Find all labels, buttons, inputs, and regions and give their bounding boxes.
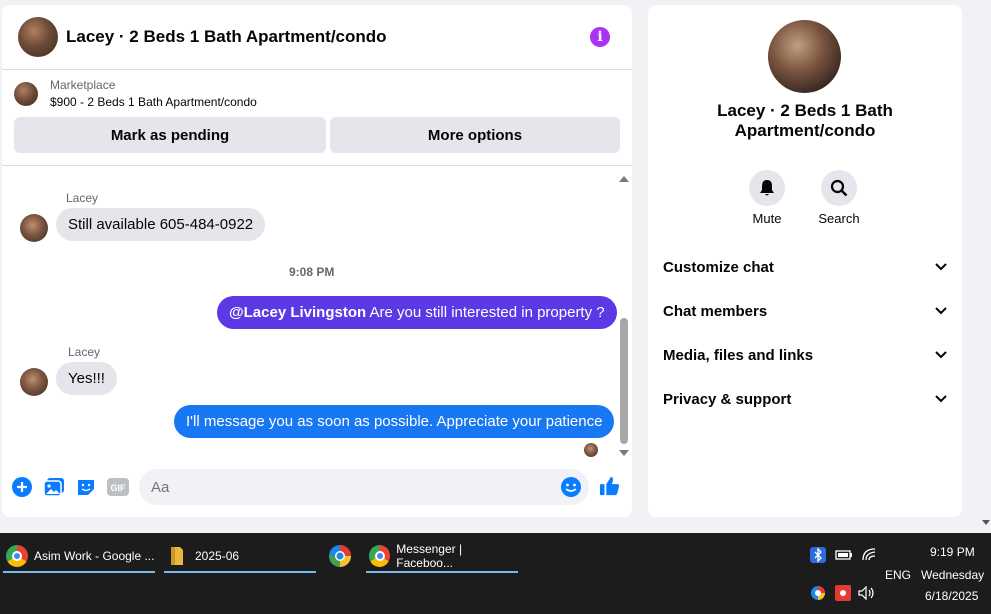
taskbar-app-chrome-work[interactable]: Asim Work - Google ... (3, 538, 155, 573)
mute-action[interactable]: Mute (737, 170, 797, 226)
page-scroll-down-arrow[interactable] (982, 520, 990, 525)
chrome-icon (6, 544, 28, 567)
svg-text:GIF: GIF (111, 483, 127, 493)
bell-icon[interactable] (749, 170, 785, 206)
taskbar: Asim Work - Google ... 2025-06 Messenger… (0, 533, 991, 614)
section-label: Customize chat (663, 258, 774, 276)
info-icon[interactable]: i (590, 27, 610, 47)
wifi-icon[interactable] (861, 547, 877, 561)
message-sender: Lacey (68, 345, 101, 359)
active-indicator (164, 571, 316, 573)
marketplace-listing: Marketplace $900 - 2 Beds 1 Bath Apartme… (2, 70, 632, 166)
sender-avatar[interactable] (20, 214, 48, 242)
volume-icon[interactable] (858, 586, 876, 600)
media-files-links-section[interactable]: Media, files and links (663, 333, 947, 377)
taskbar-app-label: Asim Work - Google ... (34, 548, 155, 563)
message-text: Are you still interested in property ? (366, 304, 605, 321)
taskbar-app-label: 2025-06 (195, 548, 240, 563)
message-bubble-incoming[interactable]: Still available 605-484-0922 (56, 208, 266, 241)
add-icon[interactable] (11, 476, 33, 498)
folder-icon (171, 546, 183, 565)
battery-icon[interactable] (835, 549, 853, 561)
message-bubble-incoming[interactable]: Yes!!! (56, 362, 117, 395)
conversation-title: Lacey · 2 Beds 1 Bath Apartment/condo (717, 101, 893, 140)
conversation-details-panel: Lacey · 2 Beds 1 Bath Apartment/condo Mu… (648, 5, 962, 517)
more-options-button[interactable]: More options (330, 117, 620, 153)
chat-header: Lacey · 2 Beds 1 Bath Apartment/condo i (2, 5, 632, 70)
mark-as-pending-button[interactable]: Mark as pending (14, 117, 326, 153)
recording-tray-icon[interactable] (835, 585, 851, 601)
message-bubble-outgoing[interactable]: @Lacey Livingston Are you still interest… (217, 296, 617, 329)
seen-indicator-avatar (584, 443, 598, 457)
mute-label: Mute (752, 211, 782, 226)
scroll-up-arrow[interactable] (619, 176, 629, 182)
mention[interactable]: @Lacey Livingston (229, 304, 366, 321)
contact-avatar[interactable] (18, 17, 58, 57)
marketplace-label: Marketplace (50, 78, 116, 92)
chevron-down-icon (935, 395, 947, 403)
chevron-down-icon (935, 351, 947, 359)
bluetooth-tray-icon[interactable] (810, 547, 826, 563)
message-input-container (139, 469, 589, 505)
customize-chat-section[interactable]: Customize chat (663, 245, 947, 289)
edge-tray-icon[interactable] (810, 585, 826, 601)
taskbar-app-edge[interactable] (328, 538, 356, 573)
edge-icon (329, 544, 351, 567)
chat-panel: Lacey · 2 Beds 1 Bath Apartment/condo i … (2, 5, 632, 517)
clock-time[interactable]: 9:19 PM (930, 545, 975, 559)
chevron-down-icon (935, 263, 947, 271)
taskbar-app-chrome-messenger[interactable]: Messenger | Faceboo... (366, 538, 518, 573)
section-label: Media, files and links (663, 346, 814, 364)
language-indicator[interactable]: ENG (885, 568, 911, 582)
clock-date[interactable]: 6/18/2025 (925, 589, 978, 603)
taskbar-app-label: Messenger | Faceboo... (396, 541, 463, 570)
search-label: Search (818, 211, 860, 226)
sticker-icon[interactable] (75, 476, 97, 498)
search-icon[interactable] (821, 170, 857, 206)
gif-icon[interactable]: GIF (107, 476, 129, 498)
search-action[interactable]: Search (809, 170, 869, 226)
message-scrollbar[interactable] (619, 168, 629, 463)
chrome-icon (369, 544, 391, 567)
emoji-icon[interactable] (560, 476, 582, 498)
sender-avatar[interactable] (20, 368, 48, 396)
message-list: Lacey Still available 605-484-0922 9:08 … (2, 168, 632, 463)
chat-title[interactable]: Lacey · 2 Beds 1 Bath Apartment/condo (66, 27, 387, 47)
active-indicator (366, 571, 518, 573)
like-icon[interactable] (599, 475, 621, 497)
chevron-down-icon (935, 307, 947, 315)
chat-members-section[interactable]: Chat members (663, 289, 947, 333)
scroll-down-arrow[interactable] (619, 450, 629, 456)
message-bubble-outgoing[interactable]: I'll message you as soon as possible. Ap… (174, 405, 615, 438)
privacy-support-section[interactable]: Privacy & support (663, 377, 947, 421)
section-label: Privacy & support (663, 390, 792, 408)
scroll-thumb[interactable] (620, 318, 628, 444)
message-input[interactable] (139, 469, 539, 505)
message-sender: Lacey (66, 191, 99, 205)
photo-icon[interactable] (43, 476, 65, 498)
profile-avatar[interactable] (768, 20, 841, 93)
listing-thumbnail[interactable] (14, 81, 38, 106)
message-composer: GIF (2, 467, 632, 507)
section-label: Chat members (663, 302, 768, 320)
taskbar-app-folder[interactable]: 2025-06 (164, 538, 316, 573)
active-indicator (3, 571, 155, 573)
clock-day[interactable]: Wednesday (921, 568, 984, 582)
message-timestamp: 9:08 PM (289, 265, 335, 279)
listing-title[interactable]: $900 - 2 Beds 1 Bath Apartment/condo (50, 95, 257, 109)
